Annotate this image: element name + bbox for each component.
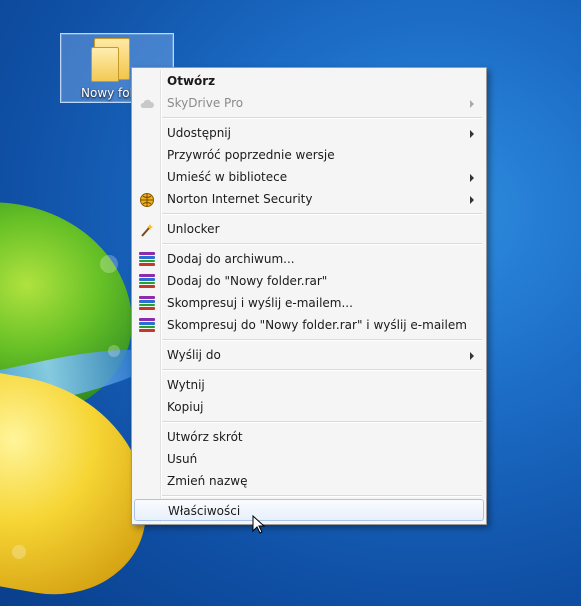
wallpaper-bubble [108,345,120,357]
menu-item-delete[interactable]: Usuń [134,448,484,470]
menu-item-include-in-library[interactable]: Umieść w bibliotece [134,166,484,188]
menu-item-open[interactable]: Otwórz [134,70,484,92]
menu-item-rename[interactable]: Zmień nazwę [134,470,484,492]
menu-item-compress-to-rar-and-email[interactable]: Skompresuj do "Nowy folder.rar" i wyślij… [134,314,484,336]
menu-item-add-to-archive[interactable]: Dodaj do archiwum... [134,248,484,270]
menu-item-label: Wytnij [167,378,205,392]
mouse-cursor-icon [252,515,266,534]
menu-item-send-to[interactable]: Wyślij do [134,344,484,366]
winrar-icon [139,296,155,310]
menu-item-label: Wyślij do [167,348,221,362]
menu-item-label: Usuń [167,452,198,466]
menu-item-add-to-rar[interactable]: Dodaj do "Nowy folder.rar" [134,270,484,292]
wallpaper-bubble [12,545,26,559]
menu-separator [162,117,482,119]
menu-item-label: Udostępnij [167,126,231,140]
menu-item-skydrive-pro[interactable]: SkyDrive Pro [134,92,484,114]
chevron-right-icon [470,174,474,182]
menu-separator [162,213,482,215]
menu-item-label: Przywróć poprzednie wersje [167,148,335,162]
menu-item-unlocker[interactable]: Unlocker [134,218,484,240]
menu-item-label: Zmień nazwę [167,474,248,488]
chevron-right-icon [470,100,474,108]
menu-item-label: Utwórz skrót [167,430,243,444]
menu-item-label: Umieść w bibliotece [167,170,288,184]
menu-item-norton[interactable]: Norton Internet Security [134,188,484,210]
menu-separator [162,369,482,371]
menu-item-label: Skompresuj i wyślij e-mailem... [167,296,353,310]
menu-item-create-shortcut[interactable]: Utwórz skrót [134,426,484,448]
menu-item-label: Właściwości [168,504,241,518]
menu-item-share[interactable]: Udostępnij [134,122,484,144]
menu-item-label: Dodaj do "Nowy folder.rar" [167,274,328,288]
norton-icon [139,192,155,207]
menu-item-label: SkyDrive Pro [167,96,244,110]
menu-item-label: Kopiuj [167,400,204,414]
menu-item-label: Dodaj do archiwum... [167,252,295,266]
menu-separator [162,339,482,341]
menu-item-label: Otwórz [167,74,216,88]
winrar-icon [139,252,155,266]
chevron-right-icon [470,130,474,138]
winrar-icon [139,274,155,288]
menu-item-compress-and-email[interactable]: Skompresuj i wyślij e-mailem... [134,292,484,314]
chevron-right-icon [470,196,474,204]
menu-item-restore-previous-versions[interactable]: Przywróć poprzednie wersje [134,144,484,166]
winrar-icon [139,318,155,332]
wallpaper-bubble [100,255,118,273]
chevron-right-icon [470,352,474,360]
cloud-icon [139,96,155,110]
menu-item-properties[interactable]: Właściwości [134,499,484,521]
menu-item-label: Skompresuj do "Nowy folder.rar" i wyślij… [167,318,467,332]
unlocker-wand-icon [139,222,155,237]
menu-item-copy[interactable]: Kopiuj [134,396,484,418]
menu-item-cut[interactable]: Wytnij [134,374,484,396]
menu-separator [162,243,482,245]
context-menu: Otwórz SkyDrive Pro Udostępnij Przywróć … [131,67,487,525]
menu-separator [162,421,482,423]
menu-item-label: Unlocker [167,222,220,236]
folder-icon [91,38,130,82]
menu-separator [162,495,482,497]
menu-item-label: Norton Internet Security [167,192,313,206]
